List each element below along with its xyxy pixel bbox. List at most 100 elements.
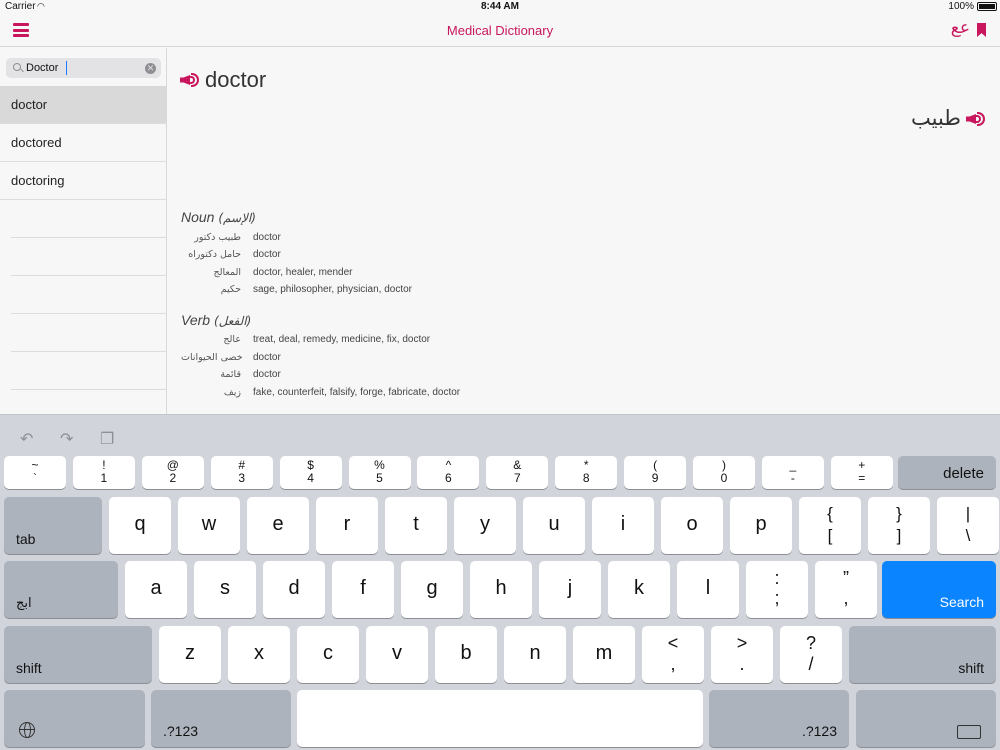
key-main-label: y xyxy=(480,513,490,535)
clear-icon[interactable]: ✕ xyxy=(145,63,156,74)
globe-key[interactable] xyxy=(4,690,145,747)
key-main-label: 2 xyxy=(169,471,177,485)
key-0-10[interactable]: ) 0 xyxy=(693,456,755,489)
key-l[interactable]: l xyxy=(677,561,739,618)
key-main-label: q xyxy=(134,513,146,535)
key-6-6[interactable]: ^ 6 xyxy=(417,456,480,489)
key-e[interactable]: e xyxy=(247,497,309,554)
key-main-label: 8 xyxy=(582,471,590,485)
key-5-5[interactable]: % 5 xyxy=(348,456,411,489)
key-w[interactable]: w xyxy=(178,497,240,554)
key-z[interactable]: z xyxy=(159,626,221,683)
key-d[interactable]: d xyxy=(263,561,325,618)
key-f[interactable]: f xyxy=(332,561,394,618)
key-g[interactable]: g xyxy=(401,561,463,618)
pos-arabic-label: (الإسم) xyxy=(218,211,256,225)
key-a[interactable]: a xyxy=(125,561,187,618)
key-sym-0[interactable]: ~ ` xyxy=(4,456,66,489)
key-8-8[interactable]: * 8 xyxy=(555,456,618,489)
search-key[interactable]: Search xyxy=(882,561,996,618)
key-main-label: n xyxy=(529,642,541,664)
key-s[interactable]: s xyxy=(194,561,256,618)
arabic-term: حامل دكتوراه xyxy=(188,249,241,260)
english-term: doctor xyxy=(253,369,281,380)
speaker-icon[interactable] xyxy=(966,111,986,127)
key-b[interactable]: b xyxy=(435,626,497,683)
shift-label: shift xyxy=(16,660,42,676)
key-2-2[interactable]: @2 xyxy=(141,456,204,489)
key-sym-11[interactable]: _ - xyxy=(761,456,824,489)
paste-icon[interactable]: ❐ xyxy=(100,429,114,449)
key-shift-label: $ xyxy=(307,458,314,472)
english-term: doctor, healer, mender xyxy=(253,267,353,278)
redo-icon[interactable]: ↷ xyxy=(60,429,73,449)
speaker-icon[interactable] xyxy=(180,72,200,88)
key-1-1[interactable]: ! 1 xyxy=(72,456,135,489)
key-main-label: l xyxy=(705,577,711,599)
search-bar[interactable]: ✕ xyxy=(6,58,161,78)
tab-key[interactable]: tab xyxy=(4,497,102,554)
sidebar: ✕ doctor doctored doctoring xyxy=(0,48,167,414)
key-shift-label: % xyxy=(374,458,385,472)
english-term: treat, deal, remedy, medicine, fix, doct… xyxy=(253,334,431,345)
key-y[interactable]: y xyxy=(454,497,516,554)
key-x[interactable]: x xyxy=(228,626,290,683)
key-h[interactable]: h xyxy=(470,561,532,618)
list-item[interactable]: doctor xyxy=(0,86,167,124)
key-main-label: 3 xyxy=(238,471,246,485)
list-item[interactable]: doctoring xyxy=(0,162,167,200)
pos-label: Verb xyxy=(181,312,211,328)
key-n[interactable]: n xyxy=(504,626,566,683)
undo-icon[interactable]: ↶ xyxy=(20,429,33,449)
key-3-3[interactable]: #3 xyxy=(210,456,273,489)
key-main-label: ` xyxy=(33,471,37,485)
key-i[interactable]: i xyxy=(592,497,654,554)
key-main-label: x xyxy=(254,642,264,664)
key-symbol-6[interactable]: >. xyxy=(711,626,773,683)
key-t[interactable]: t xyxy=(385,497,447,554)
numbers-key-right[interactable]: .?123 xyxy=(709,690,849,747)
language-switch-key[interactable]: ابج xyxy=(4,561,118,618)
space-key[interactable] xyxy=(297,690,703,747)
key-o[interactable]: o xyxy=(661,497,723,554)
key-c[interactable]: c xyxy=(297,626,359,683)
key-7-7[interactable]: & 7 xyxy=(486,456,549,489)
key-main-label: j xyxy=(567,577,573,599)
key-main-label: , xyxy=(843,588,849,608)
arabic-term: خصى الحيوانات xyxy=(181,352,243,363)
key-sym-12[interactable]: + = xyxy=(830,456,893,489)
key-symbol-1[interactable]: }] xyxy=(868,497,930,554)
key-p[interactable]: p xyxy=(730,497,792,554)
key-shift-label: ( xyxy=(653,458,658,472)
key-4-4[interactable]: $4 xyxy=(279,456,342,489)
key-q[interactable]: q xyxy=(109,497,171,554)
key-symbol-0[interactable]: {[ xyxy=(799,497,861,554)
delete-label: delete xyxy=(943,465,984,482)
key-symbol-3[interactable]: :; xyxy=(746,561,808,618)
numbers-key[interactable]: .?123 xyxy=(151,690,291,747)
key-symbol-2[interactable]: | \ xyxy=(937,497,999,554)
left-shift-key[interactable]: shift xyxy=(4,626,152,683)
key-symbol-4[interactable]: ”, xyxy=(815,561,877,618)
key-m[interactable]: m xyxy=(573,626,635,683)
search-key-label: Search xyxy=(939,594,984,610)
key-v[interactable]: v xyxy=(366,626,428,683)
pos-label: Noun xyxy=(181,209,215,225)
right-shift-key[interactable]: shift xyxy=(849,626,996,683)
language-toggle-button[interactable]: عع xyxy=(951,18,970,38)
english-term: doctor xyxy=(253,249,281,260)
key-r[interactable]: r xyxy=(316,497,378,554)
delete-key[interactable]: delete xyxy=(898,456,996,489)
key-9-9[interactable]: (9 xyxy=(624,456,687,489)
search-input[interactable] xyxy=(26,60,141,76)
list-item[interactable]: doctored xyxy=(0,124,167,162)
key-main-label: b xyxy=(460,642,472,664)
key-symbol-7[interactable]: ? / xyxy=(780,626,842,683)
key-j[interactable]: j xyxy=(539,561,601,618)
key-main-label: i xyxy=(620,513,626,535)
key-main-label: 5 xyxy=(376,471,383,485)
hide-keyboard-key[interactable] xyxy=(856,690,996,747)
key-k[interactable]: k xyxy=(608,561,670,618)
key-symbol-5[interactable]: <, xyxy=(642,626,704,683)
key-u[interactable]: u xyxy=(523,497,585,554)
